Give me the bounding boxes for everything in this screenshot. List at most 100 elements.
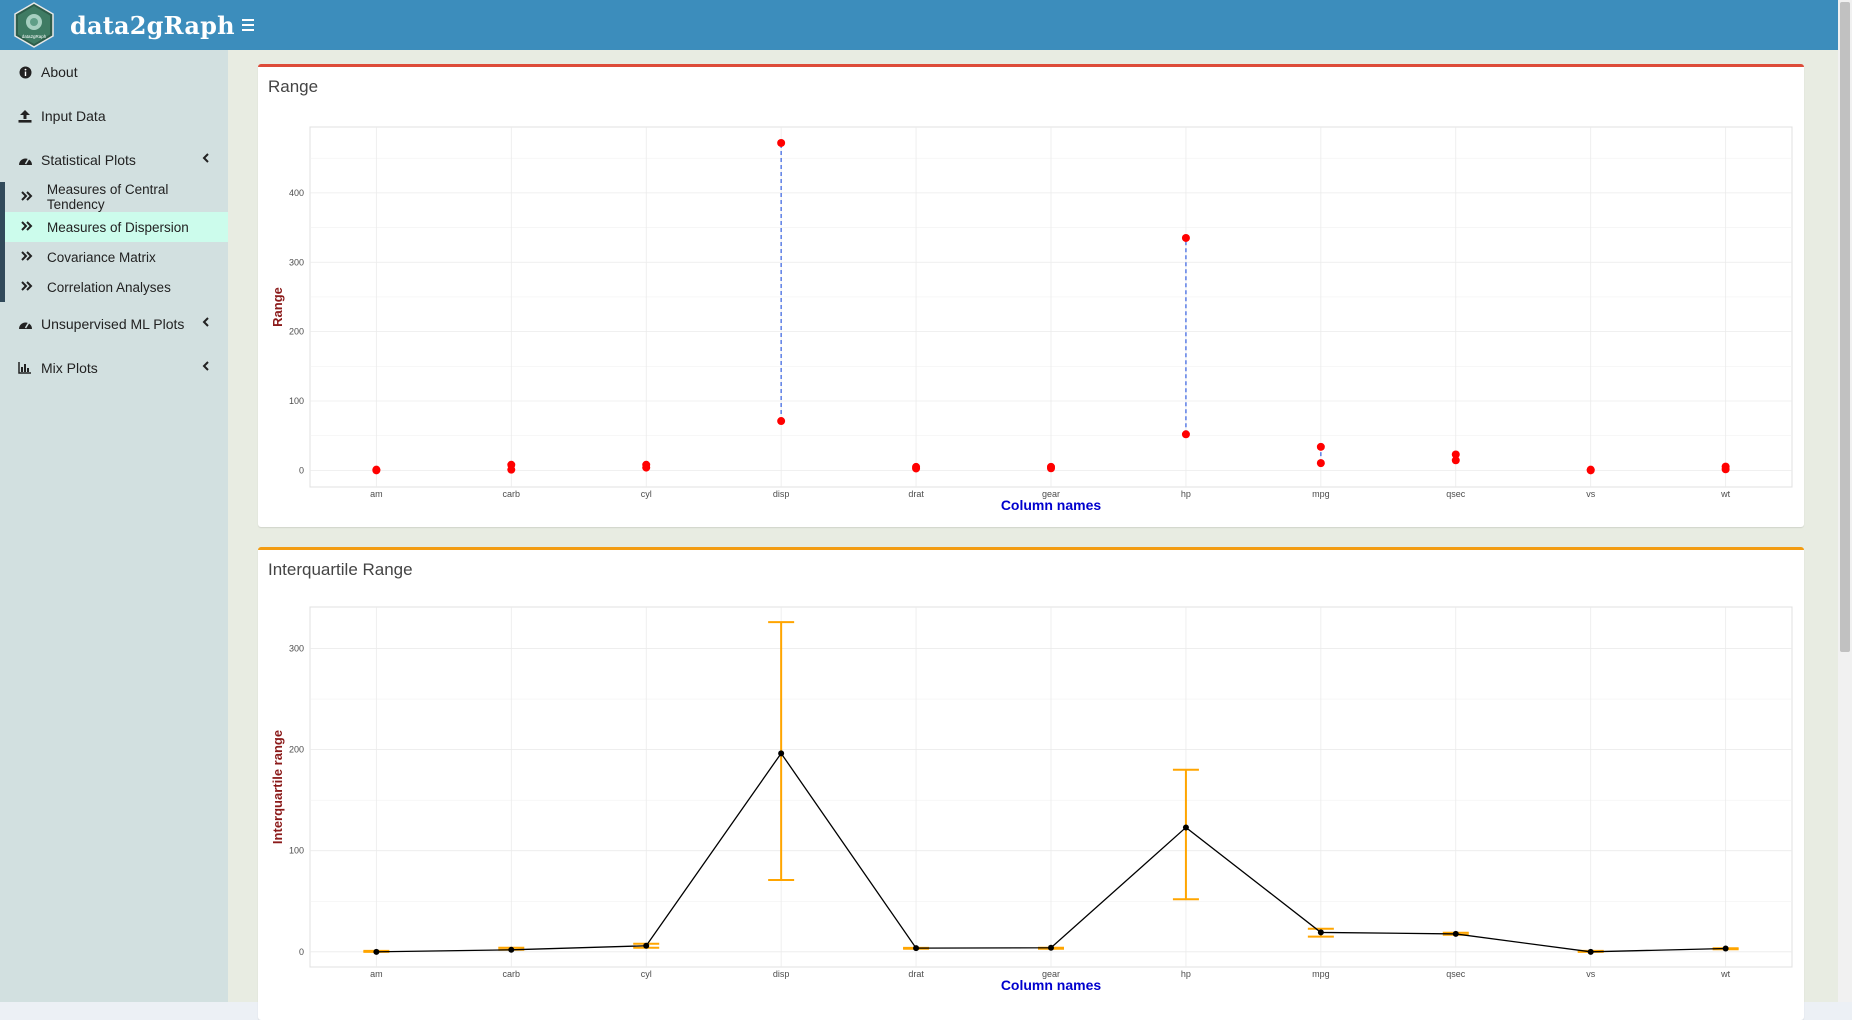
median-point: [1722, 945, 1729, 952]
brand[interactable]: data2gRaph data2gRaph: [0, 0, 235, 50]
upload-icon: [17, 109, 33, 123]
x-tick-label: hp: [1181, 969, 1191, 979]
max-point: [372, 465, 381, 474]
dashboard-icon: [17, 318, 33, 331]
dashboard-icon: [17, 154, 33, 167]
sidebar-subitem-correlation[interactable]: Correlation Analyses: [5, 272, 228, 302]
x-tick-label: disp: [773, 969, 790, 979]
median-point: [1048, 944, 1054, 951]
sidebar-item-label: Input Data: [41, 108, 106, 124]
median-point: [373, 948, 380, 955]
sidebar-subitem-covariance[interactable]: Covariance Matrix: [5, 242, 228, 272]
x-tick-label: cyl: [641, 969, 652, 979]
median-point: [778, 750, 785, 757]
app-header: data2gRaph data2gRaph: [0, 0, 1838, 50]
max-point: [912, 462, 921, 471]
median-point: [1587, 948, 1594, 955]
sidebar-item-unsupervised-ml[interactable]: Unsupervised ML Plots: [0, 302, 228, 346]
max-point: [1181, 233, 1190, 242]
x-tick-label: drat: [908, 969, 924, 979]
x-tick-label: disp: [773, 489, 790, 499]
y-tick-label: 300: [289, 257, 304, 267]
info-circle-icon: [17, 66, 33, 79]
y-tick-label: 300: [289, 643, 304, 653]
sidebar-item-mix-plots[interactable]: Mix Plots: [0, 346, 228, 390]
double-chevron-right-icon: [21, 220, 35, 234]
page-scrollbar[interactable]: [1838, 0, 1852, 1002]
sidebar-item-input-data[interactable]: Input Data: [0, 94, 228, 138]
chevron-left-icon: [202, 151, 210, 166]
iqr-plot: 0100200300am carb cyl disp drat gear hp mpg qsec…: [270, 606, 1793, 993]
x-tick-label: mpg: [1312, 969, 1330, 979]
sidebar-item-label: Unsupervised ML Plots: [41, 316, 185, 332]
sidebar-subitem-label: Measures of Central Tendency: [46, 182, 169, 212]
scrollbar-thumb[interactable]: [1840, 2, 1850, 652]
x-axis-title: Column names: [1001, 977, 1102, 993]
statistical-plots-submenu: Measures of Central Tendency Measures of…: [0, 182, 228, 302]
y-tick-label: 100: [289, 846, 304, 856]
sidebar-subitem-central-tendency[interactable]: Measures of Central Tendency: [5, 182, 228, 212]
sidebar: About Input Data Statistical Plots Measu…: [0, 50, 229, 1002]
app-logo: data2gRaph: [14, 2, 54, 48]
sidebar-item-label: Mix Plots: [41, 360, 98, 376]
y-tick-label: 0: [299, 947, 304, 957]
x-tick-label: vs: [1586, 489, 1596, 499]
min-point: [777, 417, 786, 426]
median-point: [508, 946, 515, 953]
y-tick-label: 400: [289, 188, 304, 198]
min-point: [1316, 459, 1325, 468]
max-point: [1586, 465, 1595, 474]
x-tick-label: am: [370, 489, 383, 499]
x-tick-label: carb: [503, 489, 521, 499]
sidebar-subitem-label: Measures of Dispersion: [47, 219, 189, 235]
x-tick-label: carb: [503, 969, 521, 979]
main-content: Range 0 100 200 300 400 am carb cyl disp drat gear…: [228, 50, 1838, 1020]
min-point: [1181, 430, 1190, 439]
app-title: data2gRaph: [70, 10, 235, 40]
range-box: Range 0 100 200 300 400 am carb cyl disp drat gear…: [258, 64, 1804, 527]
y-axis-title: Range: [270, 287, 285, 327]
max-point: [1451, 450, 1460, 459]
x-tick-label: am: [370, 969, 383, 979]
max-point: [1316, 442, 1325, 451]
max-point: [1721, 462, 1730, 471]
sidebar-item-about[interactable]: About: [0, 50, 228, 94]
x-tick-label: cyl: [641, 489, 652, 499]
y-tick-label: 0: [299, 465, 304, 475]
x-tick-label: wt: [1720, 489, 1730, 499]
sidebar-item-label: About: [41, 64, 78, 80]
x-axis-title: Column names: [1001, 497, 1102, 513]
max-point: [1047, 462, 1055, 471]
max-point: [777, 138, 786, 147]
median-point: [1317, 929, 1324, 936]
x-tick-label: qsec: [1446, 969, 1466, 979]
median-point: [913, 945, 920, 952]
y-tick-label: 100: [289, 396, 304, 406]
median-point: [1182, 824, 1189, 831]
sidebar-subitem-dispersion[interactable]: Measures of Dispersion: [5, 212, 228, 242]
median-point: [1452, 930, 1459, 937]
x-tick-label: mpg: [1312, 489, 1330, 499]
x-tick-label: qsec: [1446, 489, 1466, 499]
sidebar-item-label: Statistical Plots: [41, 152, 136, 168]
bar-chart-icon: [17, 362, 33, 374]
x-tick-label: vs: [1586, 969, 1596, 979]
sidebar-subitem-label: Covariance Matrix: [47, 249, 156, 265]
double-chevron-right-icon: [21, 190, 35, 204]
chevron-left-icon: [202, 359, 210, 374]
max-point: [507, 460, 516, 469]
double-chevron-right-icon: [21, 250, 35, 264]
iqr-box: Interquartile Range 0 100 200 300 am carb cyl d…: [258, 547, 1804, 1020]
sidebar-item-statistical-plots[interactable]: Statistical Plots: [0, 138, 228, 182]
y-axis-title: Interquartile range: [270, 730, 285, 844]
median-point: [643, 942, 650, 949]
x-tick-label: hp: [1181, 489, 1191, 499]
x-tick-label: drat: [908, 489, 924, 499]
y-tick-label: 200: [289, 327, 304, 337]
svg-text:data2gRaph: data2gRaph: [22, 34, 47, 39]
sidebar-toggle-button[interactable]: [242, 15, 262, 35]
sidebar-subitem-label: Correlation Analyses: [47, 279, 171, 295]
y-tick-label: 200: [289, 745, 304, 755]
x-tick-label: wt: [1720, 969, 1730, 979]
max-point: [642, 460, 651, 469]
